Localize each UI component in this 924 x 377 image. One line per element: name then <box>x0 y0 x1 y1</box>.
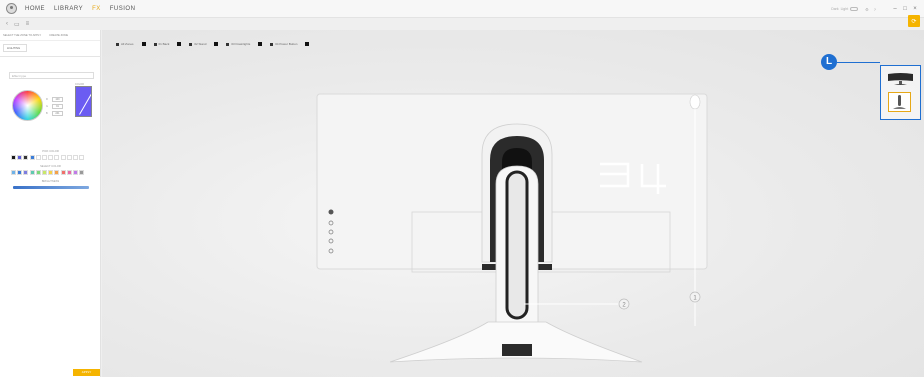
zone-item[interactable]: All Zones <box>116 42 146 46</box>
color-swatch[interactable] <box>29 155 35 160</box>
monitor-thumbnail-icon[interactable] <box>887 72 914 86</box>
color-swatch[interactable] <box>11 155 16 160</box>
callout-L-badge: L <box>821 54 837 70</box>
pick-color-swatches <box>11 155 85 160</box>
power-button-zone[interactable] <box>689 94 701 110</box>
stand-thumbnail-icon[interactable] <box>888 92 911 112</box>
zone-item[interactable]: 01 Back <box>153 42 182 46</box>
apply-button[interactable]: APPLY <box>73 369 100 376</box>
nav-library[interactable]: LIBRARY <box>54 6 83 12</box>
zone-label: 01 Back <box>158 42 170 46</box>
pick-color-label: PICK COLOR <box>42 150 59 153</box>
callout-L-line <box>837 61 880 63</box>
back-arrow-icon[interactable]: ‹ <box>6 21 8 27</box>
color-swatch[interactable] <box>60 155 66 160</box>
help-icon[interactable]: ? <box>874 7 876 12</box>
saved-color-swatches <box>11 170 85 175</box>
saved-color-swatch[interactable] <box>79 170 85 175</box>
secondary-toolbar: ‹ ▭ ≡ <box>0 18 924 30</box>
color-swatch[interactable] <box>17 155 23 160</box>
saved-color-swatch[interactable] <box>66 170 72 175</box>
red-field[interactable]: 109 <box>52 97 63 102</box>
saved-color-swatch[interactable] <box>72 170 78 175</box>
theme-toggle[interactable] <box>850 7 859 11</box>
saved-color-swatch[interactable] <box>54 170 60 175</box>
green-label: G <box>46 105 48 108</box>
theme-light-label: Light <box>840 7 849 11</box>
effect-dropdown[interactable]: Effect type <box>9 72 94 79</box>
top-nav-bar: HOME LIBRARY FX FUSION Dark Light ⚙ ? – … <box>0 0 924 18</box>
device-icon[interactable]: ▭ <box>14 21 20 28</box>
stand-light-strip[interactable] <box>505 170 529 320</box>
minimize-icon[interactable]: – <box>890 6 900 12</box>
select-zone-action[interactable]: SELECT THE ZONE TO APPLY <box>3 34 41 37</box>
close-icon[interactable]: × <box>910 6 920 12</box>
color-swatch[interactable] <box>35 155 41 160</box>
blue-label: B <box>46 112 48 115</box>
saved-color-swatch[interactable] <box>60 170 66 175</box>
zone-checkbox-icon[interactable] <box>226 42 230 46</box>
nav-fx[interactable]: FX <box>92 6 101 12</box>
color-swatch[interactable] <box>23 155 29 160</box>
zone-checkbox-icon[interactable] <box>270 42 274 46</box>
color-preview <box>75 86 92 117</box>
zone-color-swatch[interactable] <box>214 42 219 46</box>
zone-label: 03 Downlights <box>231 42 251 46</box>
zone-color-swatch[interactable] <box>177 42 182 46</box>
color-swatch[interactable] <box>79 155 85 160</box>
sidebar-actions: SELECT THE ZONE TO APPLY CREATE ZONE <box>0 30 100 41</box>
zone-checkbox-icon[interactable] <box>189 42 193 46</box>
color-swatch[interactable] <box>41 155 47 160</box>
brightness-slider[interactable] <box>13 186 89 189</box>
theme-dark-label: Dark <box>831 7 839 11</box>
settings-icon[interactable]: ⚙ <box>865 7 869 12</box>
nav-fusion[interactable]: FUSION <box>110 6 136 12</box>
zone-color-swatch[interactable] <box>305 42 310 46</box>
saved-color-swatch[interactable] <box>17 170 23 175</box>
monitor-rear-view: 2 1 <box>316 93 708 363</box>
zone-item[interactable]: 02 Stand <box>189 42 219 46</box>
saved-color-swatch[interactable] <box>41 170 47 175</box>
saved-color-swatch[interactable] <box>35 170 41 175</box>
brightness-label: BRIGHTNESS <box>41 180 60 183</box>
blue-field[interactable]: 241 <box>52 111 63 116</box>
color-swatch[interactable] <box>66 155 72 160</box>
zone-label: 04 Power Button <box>275 42 298 46</box>
red-label: R <box>46 98 48 101</box>
maximize-icon[interactable]: □ <box>900 6 910 12</box>
profile-avatar-icon[interactable] <box>6 3 17 14</box>
saved-color-swatch[interactable] <box>11 170 16 175</box>
color-wheel[interactable] <box>12 90 43 121</box>
zone-item[interactable]: 04 Power Button <box>270 42 310 46</box>
sync-button[interactable]: ⟳ <box>908 15 920 27</box>
port-icon <box>328 209 334 215</box>
lighting-panel: Effect type R 109 G 91 B 241 COLOR PICK … <box>0 56 101 357</box>
lighting-sidebar: SELECT THE ZONE TO APPLY CREATE ZONE LIG… <box>0 30 101 377</box>
zone-color-swatch[interactable] <box>141 42 146 46</box>
zone-checkbox-icon[interactable] <box>116 42 119 46</box>
select-color-label: SELECT COLOR <box>40 165 61 168</box>
zone-item[interactable]: 03 Downlights <box>226 42 263 46</box>
saved-color-swatch[interactable] <box>23 170 29 175</box>
color-swatch[interactable] <box>72 155 78 160</box>
color-swatch[interactable] <box>48 155 54 160</box>
zone-color-swatch[interactable] <box>258 42 263 46</box>
tab-lighting[interactable]: LIGHTING <box>3 44 27 52</box>
zone-selector: All Zones 01 Back 02 Stand 03 Downlights 04 … <box>116 40 317 48</box>
zone-label: 02 Stand <box>194 42 207 46</box>
zone-checkbox-icon[interactable] <box>153 42 157 46</box>
saved-color-swatch[interactable] <box>29 170 35 175</box>
device-canvas: All Zones 01 Back 02 Stand 03 Downlights 04 … <box>102 30 924 377</box>
nav-home[interactable]: HOME <box>25 6 45 12</box>
green-field[interactable]: 91 <box>52 104 63 109</box>
list-icon[interactable]: ≡ <box>26 21 30 27</box>
create-zone-action[interactable]: CREATE ZONE <box>49 34 68 37</box>
color-swatch[interactable] <box>54 155 60 160</box>
sync-icon: ⟳ <box>911 18 917 25</box>
saved-color-swatch[interactable] <box>48 170 54 175</box>
zone-label: All Zones <box>121 42 134 46</box>
